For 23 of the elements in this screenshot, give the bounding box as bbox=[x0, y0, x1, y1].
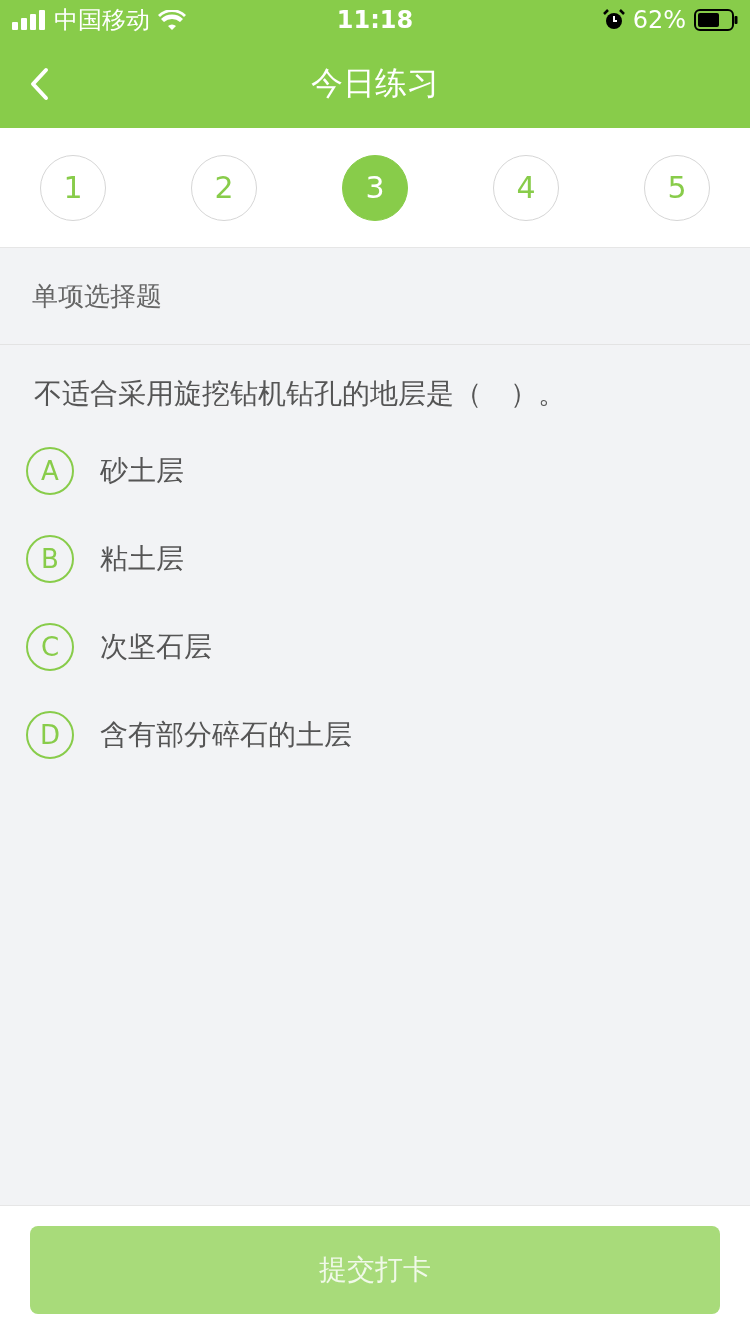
question-number-tab[interactable]: 4 bbox=[493, 154, 559, 221]
option-text[interactable]: 砂土层 bbox=[100, 452, 184, 490]
option-letter[interactable]: C bbox=[26, 623, 74, 671]
section-title: 单项选择题 bbox=[0, 248, 750, 345]
option-text[interactable]: 含有部分碎石的土层 bbox=[100, 716, 352, 754]
status-time: 11:18 bbox=[336, 6, 414, 34]
signal-icon bbox=[12, 10, 46, 30]
page-title: 今日练习 bbox=[311, 63, 439, 104]
option-text[interactable]: 次坚石层 bbox=[100, 628, 212, 666]
wifi-icon bbox=[158, 10, 186, 30]
question-number-tab[interactable]: 1 bbox=[40, 154, 106, 221]
carrier-name: 中国移动 bbox=[54, 5, 150, 36]
question-number-tab[interactable]: 2 bbox=[191, 154, 257, 221]
option-letter[interactable]: B bbox=[26, 535, 74, 583]
question-number-tab[interactable]: 5 bbox=[644, 154, 710, 221]
battery-percent: 62% bbox=[632, 6, 686, 34]
alarm-icon bbox=[602, 9, 625, 31]
battery-icon bbox=[694, 9, 738, 31]
question-number-tab[interactable]: 3 bbox=[342, 154, 408, 221]
option-letter[interactable]: D bbox=[26, 711, 74, 759]
option-text[interactable]: 粘土层 bbox=[100, 540, 184, 578]
question-text: 不适合采用旋挖钻机钻孔的地层是（ ）。 bbox=[33, 376, 567, 412]
option-letter[interactable]: A bbox=[26, 447, 74, 495]
